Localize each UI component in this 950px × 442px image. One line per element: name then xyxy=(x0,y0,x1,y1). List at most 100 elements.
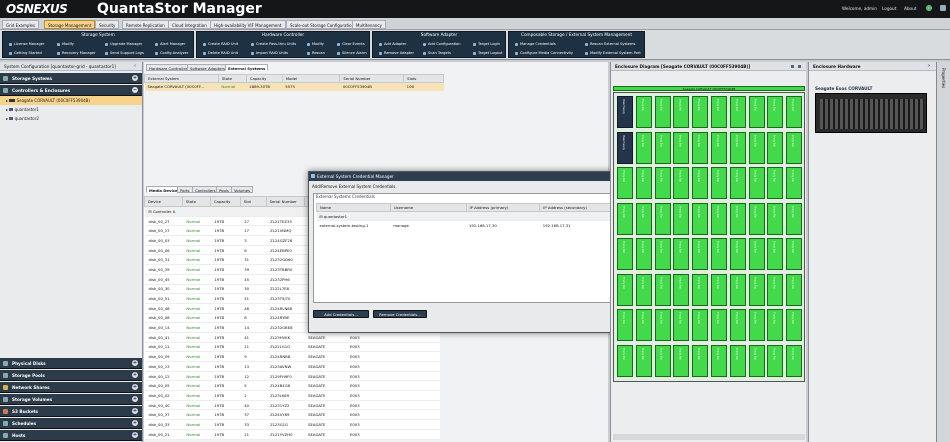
drive-slot[interactable]: Empty Slot xyxy=(692,273,709,306)
drive-slot[interactable]: Empty Slot xyxy=(786,273,803,306)
drive-slot[interactable]: Empty Slot xyxy=(635,202,652,235)
drive-slot[interactable]: Empty Slot xyxy=(729,96,746,128)
drive-slot[interactable]: Empty Slot xyxy=(729,309,746,341)
col-device[interactable]: Device xyxy=(144,196,183,207)
drive-slot[interactable]: Empty Slot xyxy=(767,238,784,270)
drive-slot[interactable]: Empty Slot xyxy=(786,167,803,199)
drive-slot[interactable]: Empty Slot xyxy=(786,131,803,164)
tab-external-systems[interactable]: External Systems xyxy=(225,64,269,71)
drive-slot[interactable]: Empty Slot xyxy=(673,344,690,377)
col-external-system[interactable]: External System xyxy=(144,74,219,83)
col-slots[interactable]: Slots xyxy=(403,74,444,83)
drive-slot[interactable]: Empty Slot xyxy=(654,96,671,128)
drive-slot[interactable]: Empty Slot xyxy=(692,309,709,341)
config-analyzer-button[interactable]: Config Analyzer xyxy=(155,51,188,55)
drive-slot[interactable]: Empty Slot xyxy=(654,273,671,306)
col-ip-primary[interactable]: IP Address (primary) xyxy=(465,203,541,212)
delete-raid-unit-button[interactable]: Delete RAID Unit xyxy=(203,51,238,55)
drive-slot[interactable]: Empty Slot xyxy=(673,202,690,235)
silence-alarm-button[interactable]: Silence Alarm xyxy=(337,51,367,55)
drive-slot[interactable]: Empty Slot xyxy=(673,309,690,341)
tab-hardware-controllers[interactable]: Hardware Controllers xyxy=(146,64,193,71)
tab-remote-replication[interactable]: Remote Replication xyxy=(122,20,169,29)
drive-slot[interactable]: Empty Slot xyxy=(673,96,690,128)
drive-slot[interactable]: Empty Slot xyxy=(748,309,765,341)
target-login-button[interactable]: Target Login xyxy=(473,42,500,46)
drive-slot[interactable]: Empty Slot xyxy=(692,167,709,199)
col-capacity[interactable]: Capacity xyxy=(209,196,241,207)
col-model[interactable]: Model xyxy=(281,74,341,83)
drive-slot[interactable]: Empty Slot xyxy=(711,273,727,306)
remove-credentials-button[interactable]: Remove Credentials... xyxy=(373,310,427,318)
drive-slot[interactable]: Empty Slot xyxy=(654,238,671,270)
drive-slot[interactable]: Empty Slot xyxy=(748,131,765,164)
drive-slot[interactable]: Empty Slot xyxy=(767,202,784,235)
zoom-out-icon[interactable] xyxy=(798,65,801,68)
col-serial[interactable]: Serial Number xyxy=(339,74,405,83)
table-row[interactable]: disk_00_02 Normal 19TB 2 ZL23LK69 SEAGATE E003 xyxy=(144,390,440,401)
expand-icon[interactable]: + xyxy=(132,372,138,378)
modify-system-button[interactable]: Modify xyxy=(57,42,74,46)
tab-storage-management[interactable]: Storage Management xyxy=(44,20,96,29)
tab-cloud-integration[interactable]: Cloud Integration xyxy=(168,20,211,29)
table-row[interactable]: disk_00_37 Normal 19TB 37 ZL24VY89 SEAGATE E00… xyxy=(144,409,440,421)
upgrade-manager-button[interactable]: Upgrade Manager xyxy=(105,42,142,46)
expand-icon[interactable]: + xyxy=(132,75,138,81)
col-state[interactable]: State xyxy=(181,196,211,207)
drive-slot[interactable]: Empty Slot xyxy=(711,309,727,341)
section-physical-disks[interactable]: Physical Disks + xyxy=(0,358,142,369)
table-row[interactable]: Seagate CORVAULT (00C0FF... Normal 1889.… xyxy=(144,82,444,91)
table-row[interactable]: disk_00_11 Normal 19TB 11 ZL22LG1G SEAGATE E00… xyxy=(144,342,440,353)
settings-icon[interactable] xyxy=(940,5,946,11)
drive-slot[interactable]: Empty Slot xyxy=(711,131,727,164)
drive-slot[interactable]: Empty Slot xyxy=(692,238,709,270)
drive-slot[interactable]: Empty Slot xyxy=(729,167,746,199)
expand-icon[interactable]: + xyxy=(132,396,138,402)
configure-media-button[interactable]: Configure Media Connectivity xyxy=(515,51,573,55)
drive-slot[interactable]: Empty Slot xyxy=(617,238,633,270)
drive-slot[interactable]: Empty Slot xyxy=(635,167,652,199)
drive-slot[interactable]: Empty Slot xyxy=(617,273,633,306)
drive-slot[interactable]: Empty Slot xyxy=(729,273,746,306)
section-schedules[interactable]: Schedules + xyxy=(0,418,142,429)
power-supply-slot[interactable]: Power Supply xyxy=(617,96,633,128)
tab-scale-out[interactable]: Scale-out Storage Configuration xyxy=(286,20,359,29)
drive-slot[interactable]: Empty Slot xyxy=(711,167,727,199)
drive-slot[interactable]: Empty Slot xyxy=(767,96,784,128)
rescan-button[interactable]: Rescan xyxy=(307,51,325,55)
drive-slot[interactable]: Empty Slot xyxy=(767,273,784,306)
section-hosts[interactable]: Hosts + xyxy=(0,430,142,441)
tree-item-corvault[interactable]: ▸ Seagate CORVAULT (00C0FF53904B) xyxy=(0,96,142,105)
drive-slot[interactable]: Empty Slot xyxy=(635,238,652,270)
expand-icon[interactable]: + xyxy=(132,420,138,426)
alert-manager-button[interactable]: Alert Manager xyxy=(155,42,185,46)
tab-ports[interactable]: Ports xyxy=(177,186,193,193)
about-link[interactable]: About xyxy=(904,6,916,11)
logout-link[interactable]: Logout xyxy=(882,6,896,11)
drive-slot[interactable]: Empty Slot xyxy=(654,344,671,377)
recovery-manager-button[interactable]: Recovery Manager xyxy=(57,51,96,55)
table-row[interactable]: disk_00_09 Normal 19TB 9 ZL24RNB8 SEAGATE E003 xyxy=(144,351,440,362)
modify-external-port-button[interactable]: Modify External System Port xyxy=(585,51,641,55)
drive-slot[interactable]: Empty Slot xyxy=(692,96,709,128)
getting-started-button[interactable]: Getting Started xyxy=(9,51,42,55)
expand-icon[interactable]: + xyxy=(132,432,138,438)
drive-slot[interactable]: Empty Slot xyxy=(635,273,652,306)
drive-slot[interactable]: Empty Slot xyxy=(654,309,671,341)
drive-slot[interactable]: Empty Slot xyxy=(635,96,652,128)
drive-slot[interactable]: Empty Slot xyxy=(692,202,709,235)
clear-events-button[interactable]: Clear Events xyxy=(337,42,365,46)
col-serial[interactable]: Serial Number xyxy=(265,196,305,207)
section-storage-systems[interactable]: Storage Systems + xyxy=(0,73,142,84)
drive-slot[interactable]: Empty Slot xyxy=(654,131,671,164)
drive-slot[interactable]: Empty Slot xyxy=(711,202,727,235)
drive-slot[interactable]: Empty Slot xyxy=(748,344,765,377)
table-row[interactable]: disk_00_21 Normal 19TB 21 ZL21YVZH0 SEAGATE E0… xyxy=(144,429,440,440)
drive-slot[interactable]: Empty Slot xyxy=(729,344,746,377)
drive-slot[interactable]: Empty Slot xyxy=(786,344,803,377)
remove-adapter-button[interactable]: Remove Adapter xyxy=(379,51,414,55)
drive-slot[interactable]: Empty Slot xyxy=(617,167,633,199)
create-passthru-button[interactable]: Create Pass-thru Units xyxy=(251,42,296,46)
col-capacity[interactable]: Capacity xyxy=(245,74,283,83)
drive-slot[interactable]: Empty Slot xyxy=(711,344,727,377)
